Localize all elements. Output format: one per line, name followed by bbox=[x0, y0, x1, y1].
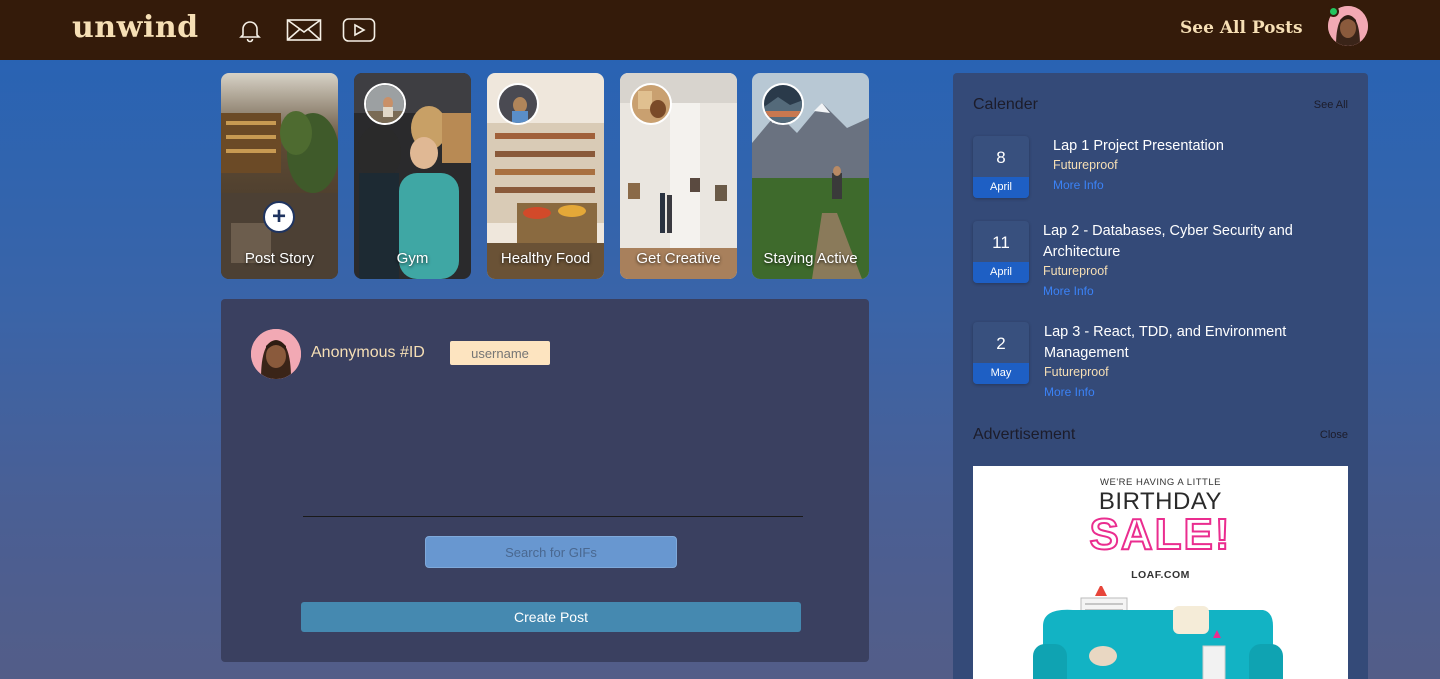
ad-tagline: WE'RE HAVING A LITTLE bbox=[1100, 477, 1221, 488]
event-month: April bbox=[973, 262, 1029, 283]
event-more-info-link[interactable]: More Info bbox=[1043, 284, 1094, 298]
event-month: April bbox=[973, 177, 1029, 198]
event-title: Lap 3 - React, TDD, and Environment Mana… bbox=[1044, 324, 1287, 361]
story-label: Healthy Food bbox=[500, 250, 591, 267]
event-organizer: Futureproof bbox=[1053, 158, 1118, 172]
story-label: Post Story bbox=[244, 250, 315, 267]
advertisement-close-link[interactable]: Close bbox=[1320, 429, 1348, 441]
event-more-info-link[interactable]: More Info bbox=[1053, 178, 1104, 192]
calendar-see-all-link[interactable]: See All bbox=[1314, 99, 1348, 111]
event-title: Lap 2 - Databases, Cyber Security and Ar… bbox=[1043, 223, 1293, 260]
event-day: 11 bbox=[992, 233, 1010, 252]
event-organizer: Futureproof bbox=[1043, 264, 1108, 278]
envelope-icon[interactable] bbox=[285, 16, 323, 44]
story-card-healthy-food[interactable]: Healthy Food bbox=[487, 73, 604, 279]
event-month: May bbox=[973, 363, 1029, 384]
see-all-posts-link[interactable]: See All Posts bbox=[1180, 18, 1303, 38]
event-organizer: Futureproof bbox=[1044, 365, 1109, 379]
story-card-staying-active[interactable]: Staying Active bbox=[752, 73, 869, 279]
video-play-icon[interactable] bbox=[341, 16, 377, 44]
online-status-dot bbox=[1328, 6, 1339, 17]
post-content-textarea[interactable] bbox=[303, 399, 803, 517]
add-story-button[interactable]: + bbox=[263, 201, 295, 233]
story-card-gym[interactable]: Gym bbox=[354, 73, 471, 279]
story-label: Get Creative bbox=[636, 250, 721, 267]
bell-icon[interactable] bbox=[236, 16, 264, 44]
gym-story-thumbnail bbox=[364, 83, 406, 125]
event-day: 2 bbox=[996, 334, 1006, 353]
event-date: 2 May bbox=[973, 322, 1029, 384]
app-logo[interactable]: unwind bbox=[72, 10, 199, 45]
advertisement-title: Advertisement bbox=[973, 426, 1076, 443]
event-title: Lap 1 Project Presentation bbox=[1053, 138, 1224, 154]
top-navbar: unwind See All Posts bbox=[0, 0, 1440, 60]
food-story-thumbnail bbox=[497, 83, 539, 125]
event-day: 8 bbox=[996, 148, 1006, 167]
post-author-avatar bbox=[251, 329, 301, 379]
create-post-card: Anonymous #ID Create Post bbox=[221, 299, 869, 662]
cafe-story-image bbox=[221, 73, 338, 279]
sofa-illustration bbox=[1033, 586, 1283, 679]
event-more-info-link[interactable]: More Info bbox=[1044, 385, 1095, 399]
event-date: 8 April bbox=[973, 136, 1029, 198]
event-date: 11 April bbox=[973, 221, 1029, 283]
username-input[interactable] bbox=[450, 341, 550, 365]
post-author-name: Anonymous #ID bbox=[311, 344, 425, 361]
create-post-button[interactable]: Create Post bbox=[301, 602, 801, 632]
story-label: Staying Active bbox=[763, 250, 858, 267]
story-label: Gym bbox=[396, 250, 429, 267]
calendar-title: Calender bbox=[973, 96, 1038, 113]
gif-search-input[interactable] bbox=[425, 536, 677, 568]
sidebar-panel: Calender See All 8 April Lap 1 Project P… bbox=[953, 73, 1368, 679]
story-card-get-creative[interactable]: Get Creative bbox=[620, 73, 737, 279]
story-card-post-story[interactable]: + Post Story bbox=[221, 73, 338, 279]
advertisement-banner[interactable]: WE'RE HAVING A LITTLE BIRTHDAY SALE! LOA… bbox=[973, 466, 1348, 679]
active-story-thumbnail bbox=[762, 83, 804, 125]
ad-brand: LOAF.COM bbox=[1131, 569, 1190, 581]
creative-story-thumbnail bbox=[630, 83, 672, 125]
ad-sale-text: SALE! bbox=[1089, 509, 1232, 560]
